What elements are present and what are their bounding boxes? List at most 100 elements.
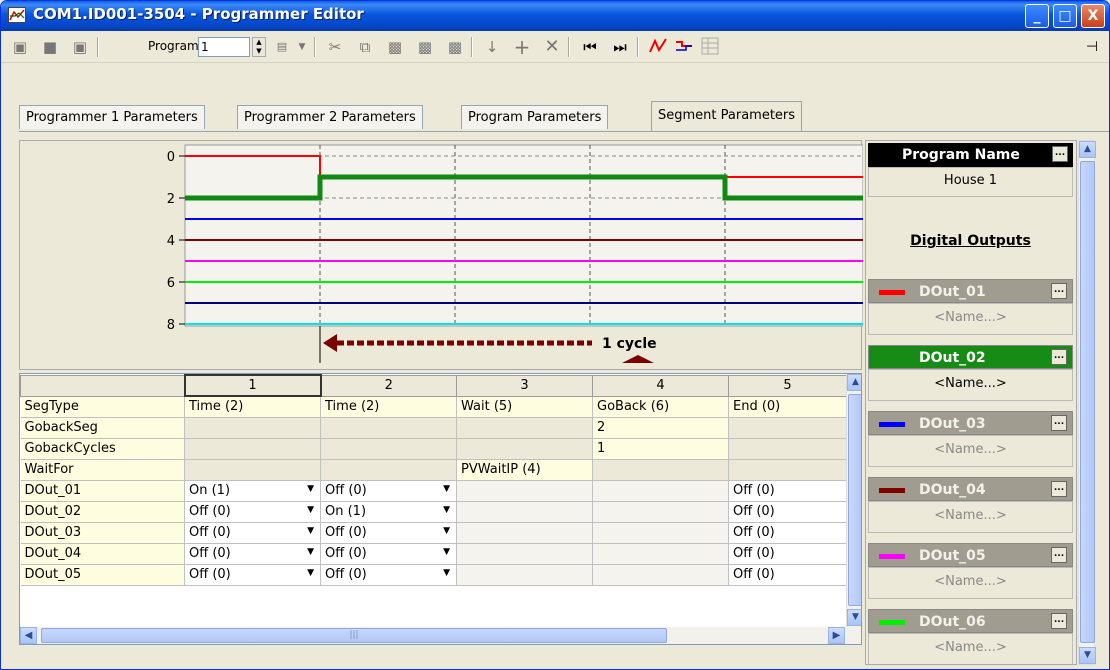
dout-header[interactable]: DOut_03... <box>868 411 1073 435</box>
lock-icon[interactable]: ▣ <box>69 36 91 58</box>
scroll-right-icon[interactable]: ▶ <box>828 627 845 644</box>
dout-edit-button[interactable]: ... <box>1051 481 1067 497</box>
minimize-button[interactable]: _ <box>1025 4 1049 28</box>
chevron-down-icon[interactable]: ▼ <box>291 36 313 58</box>
segment-cell[interactable] <box>592 522 729 544</box>
panel-vertical-scrollbar[interactable]: ▲ ▼ <box>1078 140 1096 665</box>
dout-header[interactable]: DOut_02... <box>868 345 1073 369</box>
segment-cell[interactable]: Off (0) ▼ <box>320 480 457 502</box>
chevron-down-icon[interactable]: ▼ <box>307 547 314 557</box>
dout-name-field[interactable]: <Name...> <box>868 303 1073 335</box>
grid-vertical-scrollbar[interactable]: ▲ ▼ <box>846 374 861 627</box>
title-bar[interactable]: COM1.ID001-3504 - Programmer Editor _ □ … <box>1 1 1109 31</box>
digital-trend-icon[interactable] <box>673 36 695 58</box>
segment-cell[interactable] <box>592 501 729 523</box>
delete-segment-icon[interactable]: ✕ <box>541 36 563 58</box>
segment-cell[interactable]: On (1) ▼ <box>320 501 457 523</box>
scroll-left-icon[interactable]: ◀ <box>20 627 37 644</box>
segment-cell[interactable]: Off (0) ▼ <box>184 522 321 544</box>
segment-cell[interactable]: Wait (5) <box>456 396 593 418</box>
segment-cell[interactable] <box>728 459 847 481</box>
scroll-thumb[interactable]: ||| <box>41 628 667 643</box>
dout-edit-button[interactable]: ... <box>1051 613 1067 629</box>
segment-cell[interactable] <box>456 501 593 523</box>
chevron-down-icon[interactable]: ▼ <box>443 505 450 515</box>
arrow-down-icon[interactable]: ↓ <box>481 36 503 58</box>
segment-cell[interactable] <box>320 417 457 439</box>
cut-icon[interactable]: ✂ <box>324 36 346 58</box>
segment-cell[interactable] <box>456 522 593 544</box>
chevron-down-icon[interactable]: ▼ <box>443 484 450 494</box>
segment-cell[interactable] <box>592 543 729 565</box>
chevron-down-icon[interactable]: ▼ <box>443 526 450 536</box>
dout-name-field[interactable]: <Name...> <box>868 369 1073 401</box>
segment-column-header[interactable]: 2 <box>320 374 457 397</box>
segment-cell[interactable]: Off (0) <box>728 501 847 523</box>
dout-header[interactable]: DOut_06... <box>868 609 1073 633</box>
segment-cell[interactable]: Time (2) <box>320 396 457 418</box>
segment-column-header[interactable]: 4 <box>592 374 729 397</box>
segment-cell[interactable]: Off (0) ▼ <box>320 564 457 586</box>
trend-view-icon[interactable] <box>647 36 669 58</box>
segment-cell[interactable]: Off (0) ▼ <box>320 543 457 565</box>
segment-cell[interactable]: Off (0) ▼ <box>184 501 321 523</box>
scroll-down-icon[interactable]: ▼ <box>1079 647 1096 664</box>
segment-cell[interactable]: Off (0) <box>728 564 847 586</box>
segment-cell[interactable] <box>456 564 593 586</box>
segment-cell[interactable]: Off (0) ▼ <box>184 543 321 565</box>
dout-item[interactable]: DOut_04... <Name...> <box>868 477 1073 539</box>
maximize-button[interactable]: □ <box>1053 4 1077 28</box>
dout-item[interactable]: DOut_03... <Name...> <box>868 411 1073 473</box>
unlock-icon[interactable]: ▣ <box>9 36 31 58</box>
scroll-thumb[interactable] <box>848 394 861 606</box>
segment-cell[interactable] <box>456 480 593 502</box>
dout-name-field[interactable]: <Name...> <box>868 435 1073 467</box>
segment-cell[interactable] <box>456 417 593 439</box>
first-segment-icon[interactable]: ⏮ <box>579 36 601 58</box>
program-name-edit-button[interactable]: ... <box>1052 146 1068 162</box>
tab-program-parameters[interactable]: Program Parameters <box>461 105 609 129</box>
dout-name-field[interactable]: <Name...> <box>868 633 1073 664</box>
psp-dropdown-icon[interactable]: ▤ <box>271 36 293 58</box>
segment-column-header[interactable]: 3 <box>456 374 593 397</box>
segment-cell[interactable]: GoBack (6) <box>592 396 729 418</box>
segment-cell[interactable]: Off (0) <box>728 543 847 565</box>
segment-cell[interactable]: Off (0) <box>728 522 847 544</box>
segment-cell[interactable] <box>320 459 457 481</box>
program-number-input[interactable]: 1 <box>198 37 250 57</box>
paste-append-icon[interactable]: ▩ <box>444 36 466 58</box>
segment-cell[interactable] <box>320 438 457 460</box>
segment-cell[interactable] <box>184 459 321 481</box>
segment-cell[interactable] <box>184 417 321 439</box>
insert-segment-icon[interactable]: + <box>511 36 533 58</box>
dout-name-field[interactable]: <Name...> <box>868 567 1073 599</box>
dout-item[interactable]: DOut_02... <Name...> <box>868 345 1073 407</box>
last-segment-icon[interactable]: ⏭ <box>609 36 631 58</box>
dout-name-field[interactable]: <Name...> <box>868 501 1073 533</box>
dout-item[interactable]: DOut_05... <Name...> <box>868 543 1073 605</box>
segment-cell[interactable] <box>728 438 847 460</box>
segment-cell[interactable] <box>184 438 321 460</box>
save-icon[interactable]: ■ <box>39 36 61 58</box>
tab-segment-parameters[interactable]: Segment Parameters <box>651 101 803 131</box>
program-spinner[interactable]: ▲ ▼ <box>252 37 266 57</box>
dout-edit-button[interactable]: ... <box>1051 349 1067 365</box>
dout-item[interactable]: DOut_06... <Name...> <box>868 609 1073 664</box>
segment-cell[interactable]: Time (2) <box>184 396 321 418</box>
chevron-down-icon[interactable]: ▼ <box>307 568 314 578</box>
copy-icon[interactable]: ⧉ <box>354 36 376 58</box>
close-button[interactable]: X <box>1081 4 1105 28</box>
paste-insert-icon[interactable]: ▩ <box>414 36 436 58</box>
tab-programmer-1-parameters[interactable]: Programmer 1 Parameters <box>19 105 205 129</box>
grid-horizontal-scrollbar[interactable]: ◀ ||| ▶ <box>20 627 861 644</box>
dout-edit-button[interactable]: ... <box>1051 415 1067 431</box>
grid-view-icon[interactable] <box>699 36 721 58</box>
segment-cell[interactable] <box>456 543 593 565</box>
chevron-down-icon[interactable]: ▼ <box>443 547 450 557</box>
segment-cell[interactable] <box>592 564 729 586</box>
chevron-down-icon[interactable]: ▼ <box>307 505 314 515</box>
segment-cell[interactable] <box>592 480 729 502</box>
dout-header[interactable]: DOut_01... <box>868 279 1073 303</box>
segment-cell[interactable]: 1 <box>592 438 729 460</box>
chevron-down-icon[interactable]: ▼ <box>307 484 314 494</box>
